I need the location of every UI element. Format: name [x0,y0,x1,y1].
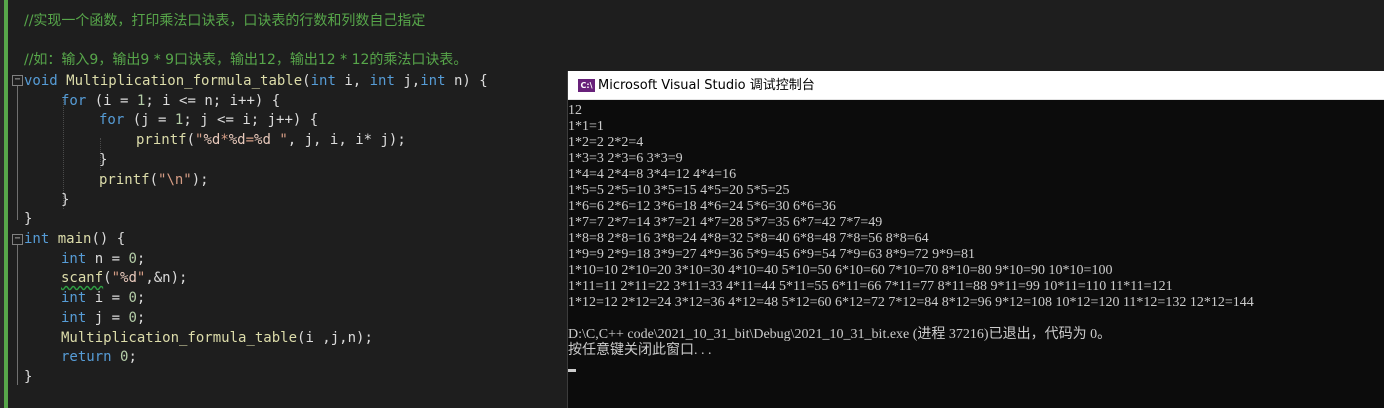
change-tracking-bar [4,0,8,408]
fold-toggle-main[interactable]: − [12,234,23,245]
fold-line-main [17,245,18,385]
code-text: n = [86,251,129,267]
code-line-close-main: } [24,369,33,385]
code-text: (j = [124,112,175,128]
code-line-main-signature: int main() { [24,229,125,249]
console-line: 1*8=8 2*8=16 3*8=24 4*8=32 5*8=40 6*8=48… [568,231,929,246]
console-line: 1*9=9 2*9=18 3*9=27 4*9=36 5*9=45 6*9=54… [568,247,976,262]
code-line-decl-j: int j = 0; [61,308,145,328]
code-text: , j, i, i* j); [287,132,406,148]
console-titlebar[interactable]: C:\ Microsoft Visual Studio 调试控制台 [568,71,1384,100]
code-line-scanf: scanf("%d",&n); [61,268,187,288]
code-text: ,&n); [145,270,188,286]
format-specifier: %d [120,270,137,286]
code-text: ; i <= n; i++) { [145,93,281,109]
string-literal: " [270,132,288,148]
code-line-comment-1: //实现一个函数，打印乘法口诀表，口诀表的行数和列数自己指定 [24,13,426,29]
code-text: ( [149,172,159,188]
console-title: Microsoft Visual Studio 调试控制台 [598,78,815,93]
number-literal: 0 [128,251,137,267]
debug-console-window[interactable]: C:\ Microsoft Visual Studio 调试控制台 12 1*1=… [567,71,1384,408]
code-line-function-signature: void Multiplication_formula_table(int i,… [24,71,488,91]
console-output[interactable]: 12 1*1=1 1*2=2 2*2=4 1*3=3 2*3=6 3*3=9 1*4=4… [568,101,1384,408]
string-literal: " [111,270,121,286]
code-line-comment-2: //如：输入9，输出9 * 9口诀表，输出12，输出12 * 12的乘法口诀表。 [24,52,468,68]
code-text: (i ,j,n); [297,330,373,346]
function-name: printf [136,132,187,148]
function-name: scanf [61,270,104,286]
console-line: 1*1=1 [568,119,604,134]
console-line: 1*11=11 2*11=22 3*11=33 4*11=44 5*11=55 … [568,279,1173,294]
code-text: ( [302,73,311,89]
code-text: n) { [445,73,488,89]
number-literal: 0 [128,290,137,306]
console-cursor [568,369,576,372]
code-text: ; [136,290,146,306]
format-specifier: %d [203,132,221,148]
keyword: int [310,73,336,89]
keyword: int [24,231,50,247]
code-line-call-function: Multiplication_formula_table(i ,j,n); [61,328,373,348]
code-text: j = [86,310,129,326]
function-name: Multiplication_formula_table [61,330,298,346]
function-name: Multiplication_formula_table [66,73,303,89]
console-line: 1*7=7 2*7=14 3*7=21 4*7=28 5*7=35 6*7=42… [568,215,883,230]
console-line: 1*10=10 2*10=20 3*10=30 4*10=40 5*10=50 … [568,263,1113,278]
code-line-printf-cell: printf("%d*%d=%d ", j, i, i* j); [136,130,406,150]
function-name: printf [99,172,150,188]
console-app-icon: C:\ [578,79,595,92]
console-line: 1*3=3 2*3=6 3*3=9 [568,151,683,166]
console-line: 1*12=12 2*12=24 3*12=36 4*12=48 5*12=60 … [568,295,1254,310]
code-text: j, [394,73,421,89]
code-text: ; j <= i; j++) { [183,112,319,128]
code-line-return: return 0; [61,347,137,367]
keyword: int [61,310,87,326]
code-text: ; [136,251,146,267]
keyword: int [369,73,395,89]
console-line: D:\C,C++ code\2021_10_31_bit\Debug\2021_… [568,327,1112,342]
code-line-inner-for: for (j = 1; j <= i; j++) { [99,110,318,130]
number-literal: 0 [128,310,137,326]
keyword: int [420,73,446,89]
code-text: ; [128,349,137,365]
code-text: ; [136,310,146,326]
code-line-close-inner: } [99,152,108,168]
function-name: main [49,231,92,247]
console-line: 12 [568,103,582,118]
fold-toggle-function[interactable]: − [12,75,23,86]
code-line-close-outer: } [61,192,70,208]
fold-line-function [17,86,18,220]
keyword: int [61,251,87,267]
console-line: 1*5=5 2*5=10 3*5=15 4*5=20 5*5=25 [568,183,790,198]
string-literal: "\n" [158,172,192,188]
keyword: return [61,349,112,365]
code-text: ); [191,172,209,188]
keyword: for [61,93,87,109]
code-line-decl-n: int n = 0; [61,249,145,269]
code-text: (i = [86,93,137,109]
code-text: ( [186,132,196,148]
string-literal: = [245,132,255,148]
format-specifier: %d [228,132,246,148]
console-line: 按任意键关闭此窗口. . . [568,343,712,358]
console-line: 1*6=6 2*6=12 3*6=18 4*6=24 5*6=30 6*6=36 [568,199,836,214]
code-line-close-function: } [24,211,33,227]
code-text: ( [103,270,112,286]
format-specifier: %d [254,132,271,148]
keyword: void [24,73,58,89]
console-line: 1*2=2 2*2=4 [568,135,644,150]
keyword: for [99,112,125,128]
code-line-decl-i: int i = 0; [61,288,145,308]
code-line-printf-newline: printf("\n"); [99,170,209,190]
keyword: int [61,290,87,306]
code-text: i, [335,73,370,89]
code-line-outer-for: for (i = 1; i <= n; i++) { [61,91,280,111]
screen: − − //实现一个函数，打印乘法口诀表，口诀表的行数和列数自己指定 //如：输… [0,0,1384,408]
code-text: i = [86,290,129,306]
string-literal: * [220,132,229,148]
console-line: 1*4=4 2*4=8 3*4=12 4*4=16 [568,167,737,182]
code-text: () { [91,231,126,247]
